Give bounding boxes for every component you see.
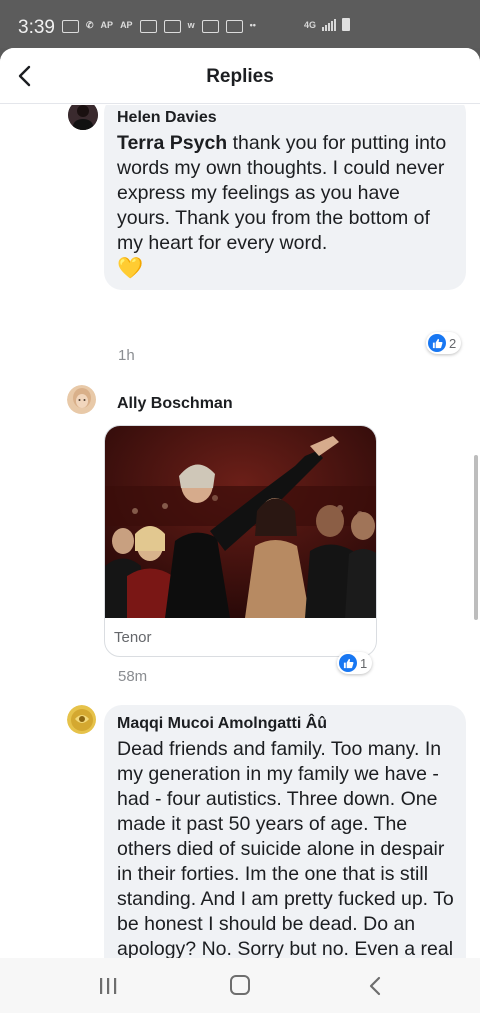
comment-author[interactable]: Ally Boschman xyxy=(117,395,233,413)
reaction-count: 2 xyxy=(449,335,457,351)
reaction-badge[interactable]: 1 xyxy=(337,652,373,674)
header: Replies xyxy=(0,48,480,104)
comment-time[interactable]: 58m xyxy=(118,668,147,685)
like-icon xyxy=(428,334,446,352)
signal-icon xyxy=(322,18,337,31)
ap-news-icon: AP xyxy=(100,20,114,30)
missed-call-icon: ✆ xyxy=(86,20,94,30)
photo-icon xyxy=(139,20,157,33)
comment-text: Terra Psych thank you for putting into w… xyxy=(117,131,457,256)
notification-icons: ✆ AP AP w •• xyxy=(62,20,256,33)
reaction-count: 1 xyxy=(360,655,368,671)
gif-image[interactable] xyxy=(105,426,376,618)
replies-sheet: Replies Helen Davies Terra Psych thank y… xyxy=(0,48,480,958)
system-nav-bar xyxy=(0,958,480,1013)
gallery-icon xyxy=(62,20,79,33)
back-icon[interactable] xyxy=(367,976,383,996)
status-bar: 3:39 ✆ AP AP w •• 4G xyxy=(0,0,480,48)
avatar[interactable] xyxy=(67,385,96,414)
message-icon xyxy=(163,20,181,33)
image-icon xyxy=(201,20,219,33)
gif-attachment[interactable]: Tenor xyxy=(104,425,377,657)
more-dots-icon: •• xyxy=(249,20,256,30)
page-title: Replies xyxy=(206,66,274,87)
status-time: 3:39 xyxy=(18,17,55,38)
calendar-icon xyxy=(225,20,243,33)
w-app-icon: w xyxy=(187,20,195,30)
recent-apps-icon[interactable] xyxy=(98,978,118,994)
like-icon xyxy=(339,654,357,672)
avatar[interactable] xyxy=(68,105,98,130)
comment-text: Dead friends and family. Too many. In my… xyxy=(117,738,454,958)
system-status: 4G xyxy=(304,18,351,31)
mention-link[interactable]: Terra Psych xyxy=(117,132,227,154)
ap-news-icon: AP xyxy=(120,20,133,30)
scrollbar[interactable] xyxy=(474,455,478,620)
comment-author[interactable]: Maqqi Mucoi Amolngatti Âû xyxy=(117,715,327,733)
heart-emoji: 💛 xyxy=(117,257,144,280)
reaction-badge[interactable]: 2 xyxy=(426,332,462,354)
battery-icon xyxy=(342,18,351,31)
avatar[interactable] xyxy=(67,705,96,734)
home-icon[interactable] xyxy=(230,975,250,995)
network-type: 4G xyxy=(304,19,317,30)
comment-list[interactable]: Helen Davies Terra Psych thank you for p… xyxy=(0,105,480,958)
comment-author[interactable]: Helen Davies xyxy=(117,109,217,127)
comment-time[interactable]: 1h xyxy=(118,347,135,364)
gif-source-label: Tenor xyxy=(114,629,152,646)
